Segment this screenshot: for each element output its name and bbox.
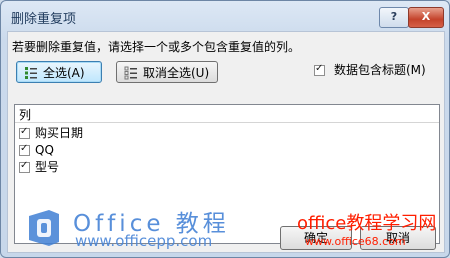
unselect-all-label: 取消全选(U) xyxy=(143,66,210,80)
list-header: 列 xyxy=(15,105,439,123)
column-checkbox[interactable] xyxy=(19,126,30,139)
unchecked-list-icon xyxy=(124,66,137,80)
instruction-text: 若要删除重复值，请选择一个或多个包含重复值的列。 xyxy=(12,40,301,54)
unselect-all-button[interactable]: 取消全选(U) xyxy=(116,61,218,83)
watermark-site-name: office教程学习网 xyxy=(297,213,437,234)
checklist-icon xyxy=(25,67,37,79)
office-logo-icon xyxy=(29,210,59,246)
list-item[interactable]: QQ xyxy=(19,142,319,159)
column-checkbox[interactable] xyxy=(19,143,30,156)
select-all-label: 全选(A) xyxy=(43,66,85,80)
window-title: 删除重复项 xyxy=(11,12,77,27)
column-checkbox[interactable] xyxy=(19,160,30,173)
has-headers-checkbox[interactable] xyxy=(314,63,325,76)
watermark-site-url: www.office68.com xyxy=(305,235,406,248)
list-item[interactable]: 购买日期 xyxy=(19,125,319,142)
select-all-button[interactable]: 全选(A) xyxy=(16,61,102,83)
list-header-label: 列 xyxy=(19,108,32,122)
officepp-watermark: Office 教程 www.officepp.com xyxy=(25,206,245,256)
column-label: QQ xyxy=(35,143,54,157)
column-label: 型号 xyxy=(35,160,60,174)
column-label: 购买日期 xyxy=(35,126,84,140)
title-bar: 删除重复项 ? X xyxy=(1,1,449,31)
remove-duplicates-dialog: 删除重复项 ? X 若要删除重复值，请选择一个或多个包含重复值的列。 全选(A) xyxy=(0,0,450,258)
has-headers-label: 数据包含标题(M) xyxy=(334,63,426,77)
help-button[interactable]: ? xyxy=(379,7,409,28)
watermark-url: www.officepp.com xyxy=(75,232,213,250)
list-item[interactable]: 型号 xyxy=(19,159,319,176)
close-button[interactable]: X xyxy=(408,7,444,28)
